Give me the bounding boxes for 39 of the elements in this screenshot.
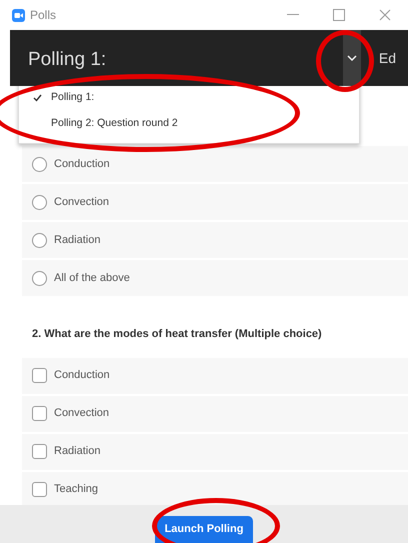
checkbox[interactable] bbox=[32, 444, 47, 459]
radio-button[interactable] bbox=[32, 156, 47, 172]
checkbox[interactable] bbox=[32, 482, 47, 497]
check-icon bbox=[33, 94, 42, 102]
checkbox[interactable] bbox=[32, 368, 47, 383]
option-label: Radiation bbox=[54, 444, 100, 460]
menu-item[interactable]: Polling 1: bbox=[19, 86, 359, 111]
radio-button[interactable] bbox=[32, 270, 47, 286]
menu-item[interactable]: Polling 2: Question round 2 bbox=[19, 111, 359, 137]
answer-option[interactable]: Radiation bbox=[22, 434, 408, 470]
window-title: Polls bbox=[30, 7, 56, 24]
dropdown-button[interactable] bbox=[342, 30, 361, 86]
radio-button[interactable] bbox=[32, 194, 47, 210]
question-title: 2. What are the modes of heat transfer (Multiple choice) bbox=[32, 327, 323, 342]
option-label: Teaching bbox=[54, 482, 98, 498]
answer-option[interactable]: Teaching bbox=[22, 472, 408, 505]
answer-option[interactable]: Convection bbox=[22, 184, 408, 220]
option-label: Convection bbox=[54, 194, 110, 210]
option-label: Conduction bbox=[54, 156, 110, 172]
answer-option[interactable]: Radiation bbox=[22, 222, 408, 258]
app-icon bbox=[12, 8, 25, 22]
chevron-down-icon bbox=[346, 55, 357, 61]
radio-button[interactable] bbox=[32, 232, 47, 248]
highlight-ellipse bbox=[316, 30, 374, 92]
option-label: All of the above bbox=[54, 270, 130, 286]
close-icon bbox=[379, 9, 391, 21]
answer-option[interactable]: Convection bbox=[22, 396, 408, 432]
option-label: Convection bbox=[54, 406, 110, 422]
answer-option[interactable]: Conduction bbox=[22, 146, 408, 182]
option-label: Radiation bbox=[54, 232, 100, 248]
answer-option[interactable]: All of the above bbox=[22, 260, 408, 296]
edit-link[interactable]: Ed bbox=[378, 48, 396, 68]
minimize-icon bbox=[287, 14, 299, 16]
maximize-icon bbox=[333, 9, 345, 21]
option-label: Conduction bbox=[54, 368, 110, 384]
answer-option[interactable]: Conduction bbox=[22, 358, 408, 394]
launch-button[interactable]: Launch Polling bbox=[154, 516, 254, 543]
poll-title: Polling 1: bbox=[28, 48, 106, 72]
checkbox[interactable] bbox=[32, 406, 47, 421]
